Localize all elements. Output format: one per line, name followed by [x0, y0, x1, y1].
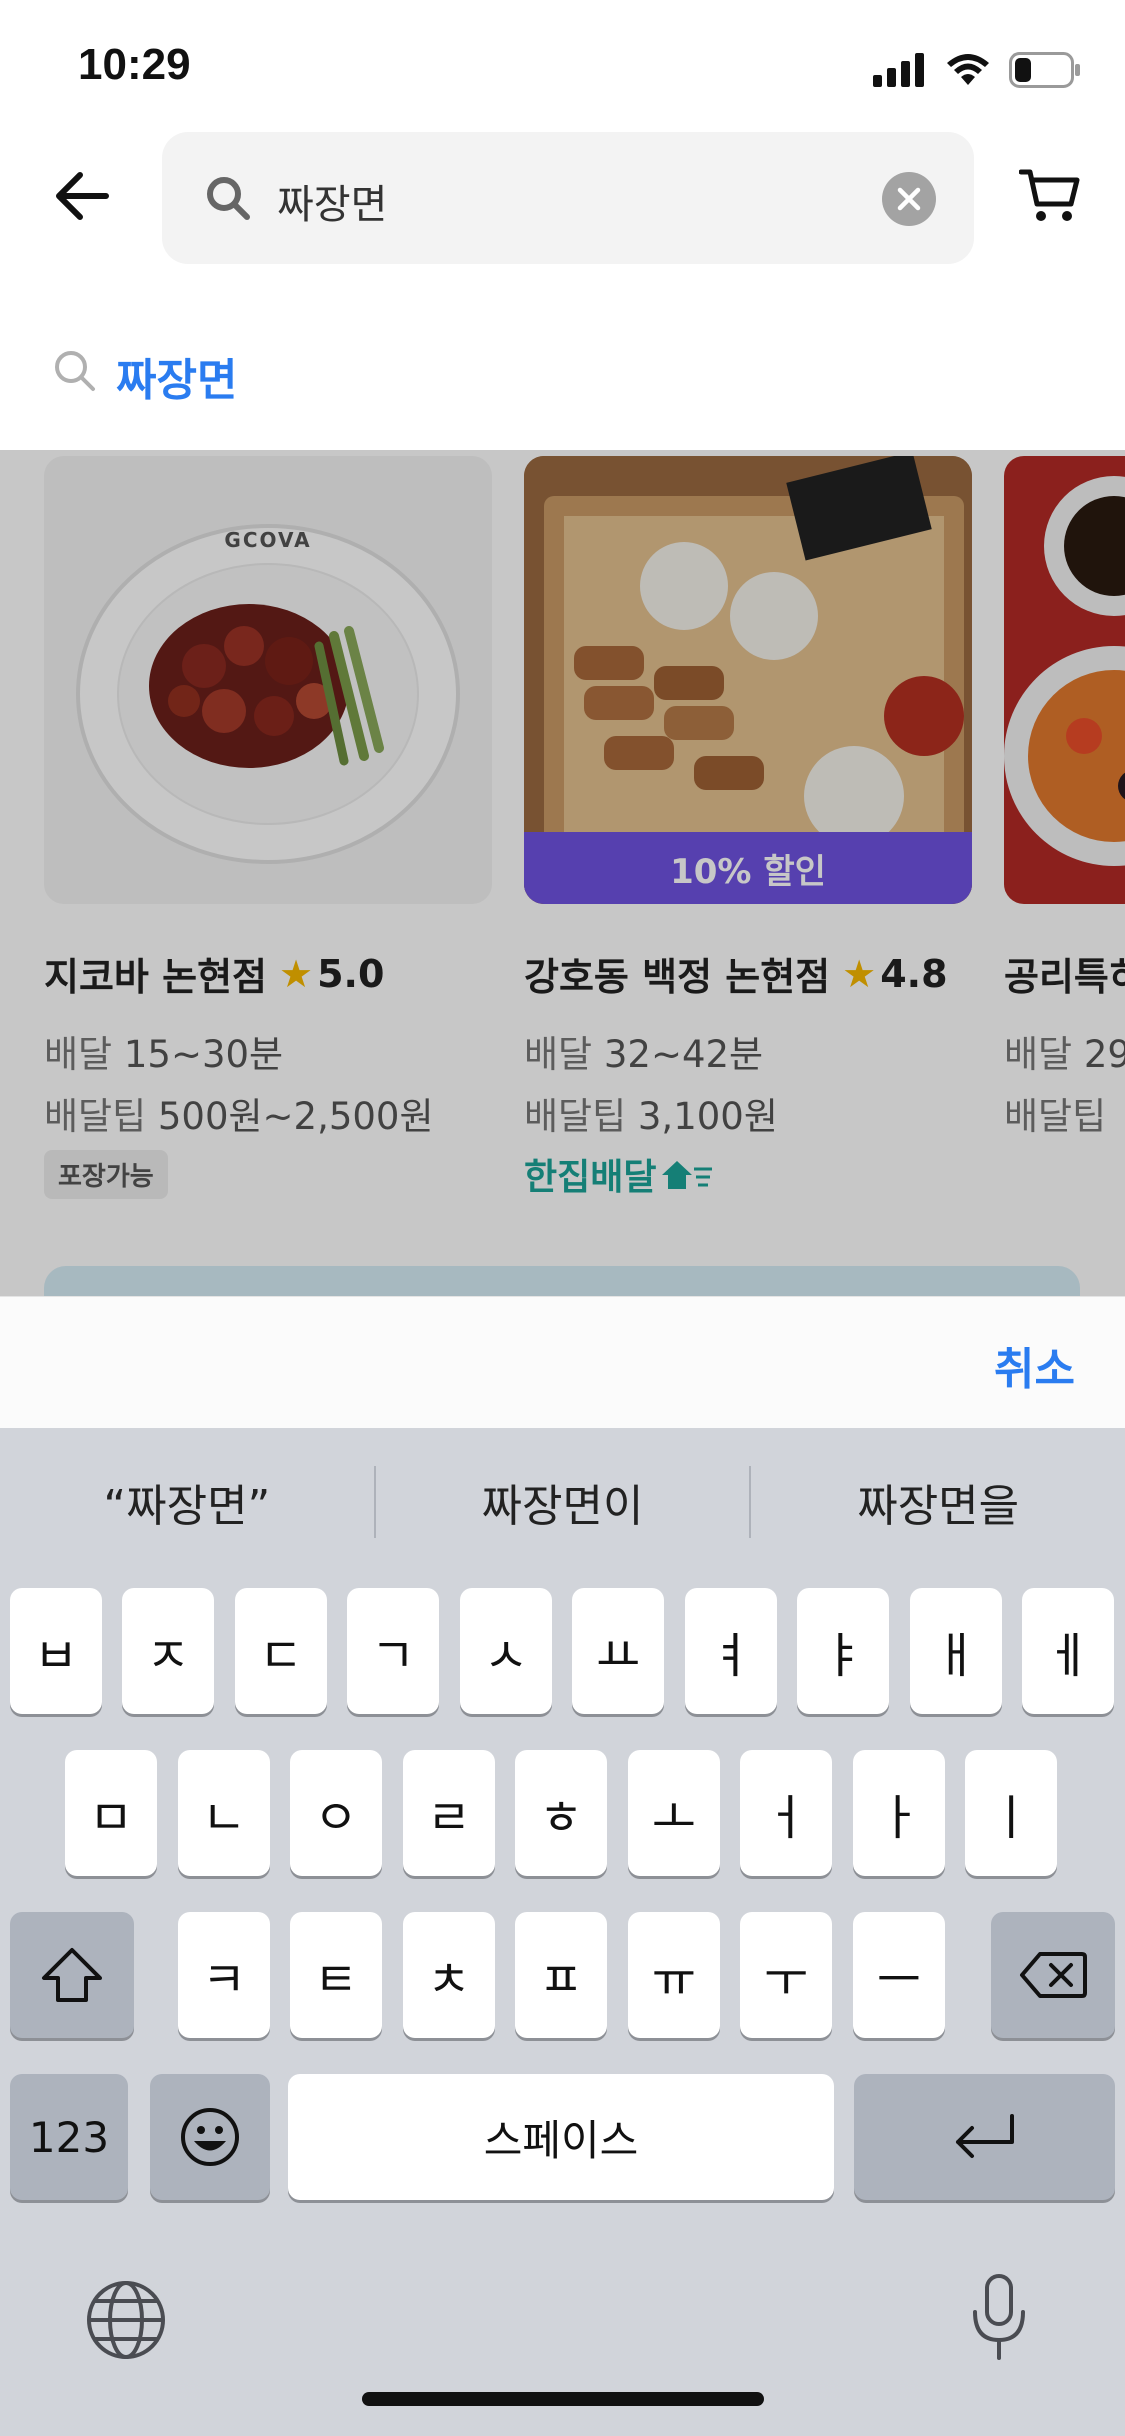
suggestion-item[interactable]: 짜장면: [0, 330, 1125, 410]
key[interactable]: ㅇ: [290, 1750, 382, 1876]
globe-icon: [87, 2281, 165, 2359]
shift-arrow-icon: [42, 1948, 102, 2002]
key[interactable]: ㄷ: [235, 1588, 327, 1714]
numbers-key[interactable]: 123: [10, 2074, 128, 2200]
key[interactable]: ㅐ: [910, 1588, 1002, 1714]
key[interactable]: ㅋ: [178, 1912, 270, 2038]
status-time: 10:29: [78, 40, 191, 89]
key[interactable]: ㅛ: [572, 1588, 664, 1714]
key[interactable]: ㅠ: [628, 1912, 720, 2038]
key[interactable]: ㅡ: [853, 1912, 945, 2038]
battery-icon: [1009, 52, 1080, 88]
prediction-item[interactable]: “짜장면”: [0, 1470, 374, 1534]
prediction-bar: “짜장면” 짜장면이 짜장면을: [0, 1428, 1125, 1576]
keyboard-accessory-bar: 취소: [0, 1296, 1125, 1428]
search-input[interactable]: 짜장면: [162, 132, 974, 264]
key[interactable]: ㅎ: [515, 1750, 607, 1876]
status-bar: 10:29: [0, 0, 1125, 130]
back-arrow-icon: [56, 172, 109, 220]
dim-overlay[interactable]: [0, 450, 1125, 1296]
key[interactable]: ㅌ: [290, 1912, 382, 2038]
key[interactable]: ㅍ: [515, 1912, 607, 2038]
backspace-key[interactable]: [991, 1912, 1115, 2038]
home-indicator[interactable]: [362, 2392, 764, 2406]
key[interactable]: ㅁ: [65, 1750, 157, 1876]
key[interactable]: ㅑ: [797, 1588, 889, 1714]
status-icons: [873, 50, 1081, 90]
back-button[interactable]: [52, 166, 112, 226]
key[interactable]: ㅂ: [10, 1588, 102, 1714]
return-key[interactable]: [854, 2074, 1115, 2200]
key[interactable]: ㅅ: [460, 1588, 552, 1714]
key[interactable]: ㅈ: [122, 1588, 214, 1714]
close-icon: [897, 187, 921, 211]
prediction-item[interactable]: 짜장면이: [376, 1470, 750, 1534]
search-icon: [55, 351, 95, 391]
key[interactable]: ㅜ: [740, 1912, 832, 2038]
key[interactable]: ㅣ: [965, 1750, 1057, 1876]
cellular-signal-icon: [873, 53, 924, 87]
space-key[interactable]: 스페이스: [288, 2074, 834, 2200]
key[interactable]: ㅊ: [403, 1912, 495, 2038]
shift-key[interactable]: [10, 1912, 134, 2038]
key[interactable]: ㄱ: [347, 1588, 439, 1714]
return-arrow-icon: [955, 2114, 1014, 2158]
key[interactable]: ㄴ: [178, 1750, 270, 1876]
microphone-icon: [973, 2274, 1025, 2360]
key[interactable]: ㅏ: [853, 1750, 945, 1876]
key[interactable]: ㅗ: [628, 1750, 720, 1876]
key[interactable]: ㄹ: [403, 1750, 495, 1876]
backspace-icon: [1020, 1952, 1087, 1998]
key[interactable]: ㅕ: [685, 1588, 777, 1714]
prediction-item[interactable]: 짜장면을: [751, 1470, 1125, 1534]
globe-button[interactable]: [84, 2278, 168, 2362]
cancel-button[interactable]: 취소: [994, 1333, 1075, 1397]
cart-button[interactable]: [1015, 160, 1085, 230]
emoji-key[interactable]: [150, 2074, 270, 2200]
search-header: 짜장면: [0, 130, 1125, 270]
cart-icon: [1019, 169, 1080, 221]
suggestion-label[interactable]: 짜장면: [116, 344, 237, 408]
wifi-icon: [947, 54, 989, 85]
key[interactable]: ㅔ: [1022, 1588, 1114, 1714]
clear-search-button[interactable]: [882, 172, 936, 226]
search-query-text[interactable]: 짜장면: [277, 172, 387, 230]
search-icon: [207, 177, 250, 220]
key[interactable]: ㅓ: [740, 1750, 832, 1876]
emoji-icon: [181, 2108, 239, 2166]
keyboard: “짜장면” 짜장면이 짜장면을 ㅂ ㅈ ㄷ ㄱ ㅅ ㅛ ㅕ ㅑ ㅐ ㅔ ㅁ ㄴ …: [0, 1428, 1125, 2436]
dictation-button[interactable]: [962, 2268, 1036, 2368]
